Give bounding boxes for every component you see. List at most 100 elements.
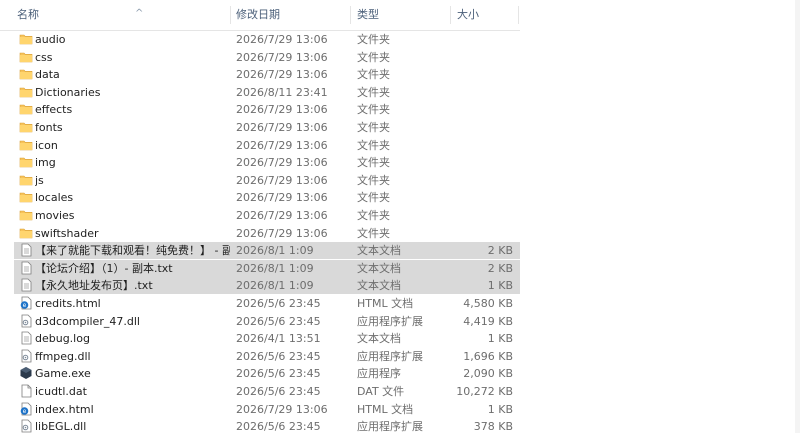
file-name: js [35,173,44,187]
file-modified-date: 2026/7/29 13:06 [236,173,328,187]
file-type: 应用程序扩展 [357,420,423,433]
file-type: 文件夹 [357,191,390,205]
folder-icon [19,173,33,187]
file-modified-date: 2026/5/6 23:45 [236,385,321,398]
sort-ascending-icon: ^ [135,8,144,19]
file-row[interactable]: fonts 2026/7/29 13:06 文件夹 [14,119,520,136]
file-row[interactable]: libEGL.dll 2026/5/6 23:45 应用程序扩展 378 KB [14,418,520,433]
file-modified-date: 2026/7/29 13:06 [236,156,328,170]
file-modified-date: 2026/7/29 13:06 [236,402,328,416]
file-type: 文本文档 [357,279,401,293]
file-name: 【来了就能下载和观看！纯免费！】 - 副... [35,244,230,258]
file-row[interactable]: Dictionaries 2026/8/11 23:41 文件夹 [14,84,520,101]
column-header-date[interactable]: 修改日期 [236,0,346,30]
file-row[interactable]: e index.html 2026/7/29 13:06 HTML 文档 1 KB [14,401,520,418]
file-name: Game.exe [35,367,91,381]
file-name: 【论坛介绍】（1）- 副本.txt [35,261,173,275]
file-size: 2,090 KB [463,367,513,381]
dll-file-icon [19,314,33,328]
file-row[interactable]: debug.log 2026/4/1 13:51 文本文档 1 KB [14,330,520,347]
file-type: 文件夹 [357,103,390,117]
file-type: 文件夹 [357,50,390,64]
file-modified-date: 2026/7/29 13:06 [236,33,328,46]
file-row[interactable]: effects 2026/7/29 13:06 文件夹 [14,101,520,118]
file-row[interactable]: js 2026/7/29 13:06 文件夹 [14,172,520,189]
file-row[interactable]: icon 2026/7/29 13:06 文件夹 [14,137,520,154]
file-name: index.html [35,402,94,416]
file-type: 文件夹 [357,121,390,134]
file-type: 文件夹 [357,173,390,187]
file-size: 1 KB [487,332,513,346]
text-file-icon [19,261,33,275]
folder-icon [19,190,33,204]
file-size: 1,696 KB [463,349,513,363]
folder-icon [19,226,33,240]
file-row[interactable]: css 2026/7/29 13:06 文件夹 [14,49,520,66]
file-row[interactable]: icudtl.dat 2026/5/6 23:45 DAT 文件 10,272 KB [14,383,520,400]
file-size: 2 KB [487,244,513,258]
svg-text:e: e [23,302,27,309]
file-modified-date: 2026/7/29 13:06 [236,226,328,240]
file-row[interactable]: 【来了就能下载和观看！纯免费！】 - 副... 2026/8/1 1:09 文本文档… [14,242,520,260]
file-modified-date: 2026/7/29 13:06 [236,103,328,117]
file-name: swiftshader [35,226,99,240]
file-type: 文件夹 [357,226,390,240]
file-list-pane: 名称 ^ 修改日期 类型 大小 audio 2026/7/29 13:06 文件夹 c… [0,0,800,433]
file-type: 文本文档 [357,332,401,346]
file-row[interactable]: Game.exe 2026/5/6 23:45 应用程序 2,090 KB [14,365,520,382]
file-size: 4,419 KB [463,314,513,328]
column-divider[interactable] [450,6,451,24]
column-header: 名称 ^ 修改日期 类型 大小 [0,0,520,31]
text-file-icon [19,331,33,345]
file-name: css [35,50,53,64]
file-modified-date: 2026/7/29 13:06 [236,138,328,152]
file-modified-date: 2026/5/6 23:45 [236,367,321,381]
file-size: 2 KB [487,261,513,275]
folder-icon [19,102,33,116]
file-size: 4,580 KB [463,297,513,310]
file-modified-date: 2026/7/29 13:06 [236,50,328,64]
column-header-type[interactable]: 类型 [357,0,447,30]
column-date-label: 修改日期 [236,8,280,21]
column-header-name[interactable]: 名称 ^ [17,0,227,30]
file-row[interactable]: locales 2026/7/29 13:06 文件夹 [14,189,520,206]
file-type: 文本文档 [357,261,401,275]
file-row[interactable]: 【论坛介绍】（1）- 副本.txt 2026/8/1 1:09 文本文档 2 KB [14,259,520,277]
file-type: 文本文档 [357,244,401,258]
file-row[interactable]: d3dcompiler_47.dll 2026/5/6 23:45 应用程序扩展 4,… [14,313,520,330]
file-type: 应用程序扩展 [357,349,423,363]
file-type: 文件夹 [357,33,390,46]
svg-text:e: e [23,408,27,415]
column-size-label: 大小 [457,8,479,21]
file-name: locales [35,191,74,205]
column-divider[interactable] [350,6,351,24]
file-type: HTML 文档 [357,297,414,310]
file-type: DAT 文件 [357,385,405,398]
file-name: Dictionaries [35,85,101,99]
dll-file-icon [19,349,33,363]
folder-icon [19,120,33,134]
file-type: 文件夹 [357,85,390,99]
file-row[interactable]: audio 2026/7/29 13:06 文件夹 [14,31,520,48]
scrollbar[interactable] [795,0,800,433]
file-row[interactable]: ffmpeg.dll 2026/5/6 23:45 应用程序扩展 1,696 KB [14,348,520,365]
file-row[interactable]: img 2026/7/29 13:06 文件夹 [14,154,520,171]
file-modified-date: 2026/7/29 13:06 [236,68,328,82]
file-size: 378 KB [473,420,513,433]
file-row[interactable]: swiftshader 2026/7/29 13:06 文件夹 [14,225,520,242]
file-type: 应用程序扩展 [357,314,423,328]
column-header-size[interactable]: 大小 [457,0,517,30]
file-modified-date: 2026/5/6 23:45 [236,420,321,433]
column-divider[interactable] [518,6,519,24]
file-name: audio [35,33,66,46]
html-file-icon: e [19,402,33,416]
file-size: 1 KB [487,279,513,293]
column-divider[interactable] [230,6,231,24]
file-row[interactable]: data 2026/7/29 13:06 文件夹 [14,66,520,83]
file-type: 文件夹 [357,68,390,82]
dll-file-icon [19,419,33,433]
file-row[interactable]: e credits.html 2026/5/6 23:45 HTML 文档 4,580 … [14,295,520,312]
file-row[interactable]: movies 2026/7/29 13:06 文件夹 [14,207,520,224]
file-row[interactable]: 【永久地址发布页】.txt 2026/8/1 1:09 文本文档 1 KB [14,277,520,295]
file-name: icon [35,138,58,152]
